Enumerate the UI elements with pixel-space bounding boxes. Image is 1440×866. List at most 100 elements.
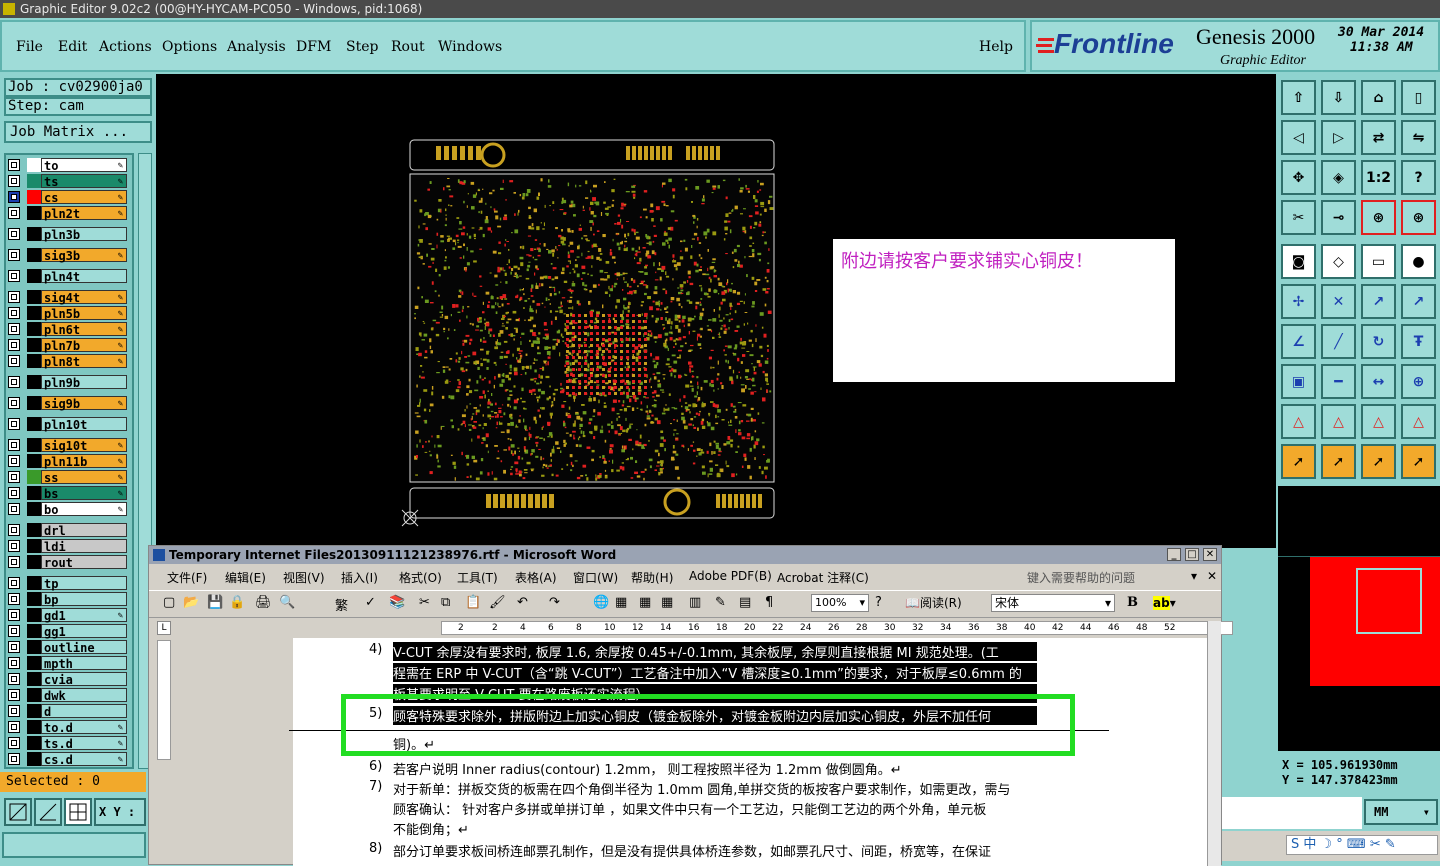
layer-name[interactable]: pln10t [41,417,127,432]
word-menu-adobe-pdf[interactable]: Adobe PDF(B) [689,569,772,583]
zoom-select[interactable]: 100% ▾ [811,594,869,612]
layer-checkbox[interactable] [8,249,20,261]
layer-checkbox[interactable] [8,397,20,409]
nodes-button[interactable]: ✢ [1281,284,1316,319]
menu-help[interactable]: Help [979,39,1013,55]
layer-name[interactable]: pln8t ✎ [41,354,127,369]
layer-name[interactable]: pln6t ✎ [41,322,127,337]
layer-name[interactable]: bo ✎ [41,502,127,517]
tools-button[interactable]: ✂ [1281,200,1316,235]
word-vertical-scrollbar[interactable] [1207,621,1221,866]
word-menu-insert[interactable]: 插入(I) [341,569,378,586]
layer-checkbox[interactable] [8,471,20,483]
layer-name[interactable]: pln9b [41,375,127,390]
select-button[interactable]: ➚ [1281,444,1316,479]
triangle4-button[interactable]: △ [1401,404,1436,439]
help-icon[interactable]: ? [875,595,882,610]
insert-table-icon[interactable]: ▦ [639,595,651,610]
layer-checkbox[interactable] [8,323,20,335]
word-doc-close-icon[interactable]: ✕ [1207,569,1217,583]
layer-checkbox[interactable] [8,455,20,467]
cut-icon[interactable]: ✂ [419,595,430,610]
layer-name[interactable]: pln4t [41,269,127,284]
word-menu-format[interactable]: 格式(O) [399,569,442,586]
layer-name[interactable]: sig3b ✎ [41,248,127,263]
menu-actions[interactable]: Actions [99,39,152,55]
layer-name[interactable]: bs ✎ [41,486,127,501]
new-doc-icon[interactable]: ▢ [163,595,175,610]
layer-name[interactable]: dwk [41,688,127,703]
layer-name[interactable]: sig4t ✎ [41,290,127,305]
flip-button[interactable]: ⇄ [1361,120,1396,155]
paste-icon[interactable]: 📋 [465,595,481,610]
layer-checkbox[interactable] [8,689,20,701]
layer-checkbox[interactable] [8,418,20,430]
research-icon[interactable]: 📚 [389,595,405,610]
menu-edit[interactable]: Edit [58,39,87,55]
layer-name[interactable]: cvia [41,672,127,687]
triangle-button[interactable]: △ [1281,404,1316,439]
permission-icon[interactable]: 🔒 [229,595,245,610]
graphic-canvas[interactable]: 附边请按客户要求铺实心铜皮！ [156,74,1276,548]
layer-checkbox[interactable] [8,175,20,187]
pad-button[interactable]: ◙ [1281,244,1316,279]
layer-checkbox[interactable] [8,540,20,552]
layer-name[interactable]: pln11b ✎ [41,454,127,469]
send-up-button[interactable]: ⇧ [1281,80,1316,115]
angle-button[interactable]: ∠ [1281,324,1316,359]
span-button[interactable]: ↔ [1361,364,1396,399]
layer-name[interactable]: cs ✎ [41,190,127,205]
layer-checkbox[interactable] [8,609,20,621]
overview-viewport[interactable] [1356,568,1422,634]
insert-excel-icon[interactable]: ▦ [661,595,673,610]
menu-rout[interactable]: Rout [391,39,425,55]
arrow-up-right-button[interactable]: ↗ [1361,284,1396,319]
layer-name[interactable]: ldi [41,539,127,554]
home-button[interactable]: ⌂ [1361,80,1396,115]
layer-name[interactable]: ts ✎ [41,174,127,189]
word-minimize-button[interactable]: _ [1167,548,1181,561]
tables-borders-icon[interactable]: ▦ [615,595,627,610]
highlight-button[interactable]: ab▾ [1153,594,1181,612]
triangle3-button[interactable]: △ [1361,404,1396,439]
layer-checkbox[interactable] [8,439,20,451]
units-selector[interactable]: MM ▾ [1364,799,1438,825]
job-matrix-button[interactable]: Job Matrix ... [4,121,152,143]
layer-name[interactable]: drl [41,523,127,538]
layer-name[interactable]: d [41,704,127,719]
word-menu-edit[interactable]: 编辑(E) [225,569,266,586]
layer-name[interactable]: rout [41,555,127,570]
layer-checkbox[interactable] [8,577,20,589]
cross-button[interactable]: ✕ [1321,284,1356,319]
layer-checkbox[interactable] [8,159,20,171]
format-painter-icon[interactable]: 🖌 [489,595,506,610]
word-menu-tools[interactable]: 工具(T) [457,569,498,586]
zoom-window-button[interactable] [4,798,32,826]
hyperlink-icon[interactable]: 🌐 [593,595,609,610]
redo-icon[interactable]: ↷ [549,595,560,610]
layer-checkbox[interactable] [8,641,20,653]
select-net-button[interactable]: ➚ [1401,444,1436,479]
word-menu-acrobat[interactable]: Acrobat 注释(C) [777,569,869,586]
layer-name[interactable]: cs.d ✎ [41,752,127,767]
columns-icon[interactable]: ▥ [689,595,701,610]
layer-checkbox[interactable] [8,355,20,367]
menu-step[interactable]: Step [346,39,378,55]
ff-button[interactable]: Ŧ [1401,324,1436,359]
word-menu-window[interactable]: 窗口(W) [573,569,618,586]
help-question-button[interactable]: ? [1401,160,1436,195]
measure-button[interactable] [34,798,62,826]
net-red-button[interactable]: ⊛ [1361,200,1396,235]
word-menu-table[interactable]: 表格(A) [515,569,557,586]
word-help-search[interactable]: 键入需要帮助的问题 [1027,569,1135,586]
layer-checkbox[interactable] [8,307,20,319]
word-help-dropdown-icon[interactable]: ▾ [1191,569,1197,583]
layer-name[interactable]: sig9b ✎ [41,396,127,411]
layer-checkbox[interactable] [8,487,20,499]
grid-button[interactable] [64,798,92,826]
layer-name[interactable]: gg1 [41,624,127,639]
ime-toolbar[interactable]: S 中 ☽ ° ⌨ ✂ ✎ [1286,835,1438,855]
scale-1-2-button[interactable]: 1:2 [1361,160,1396,195]
layer-checkbox[interactable] [8,625,20,637]
overview-map[interactable] [1278,486,1440,751]
